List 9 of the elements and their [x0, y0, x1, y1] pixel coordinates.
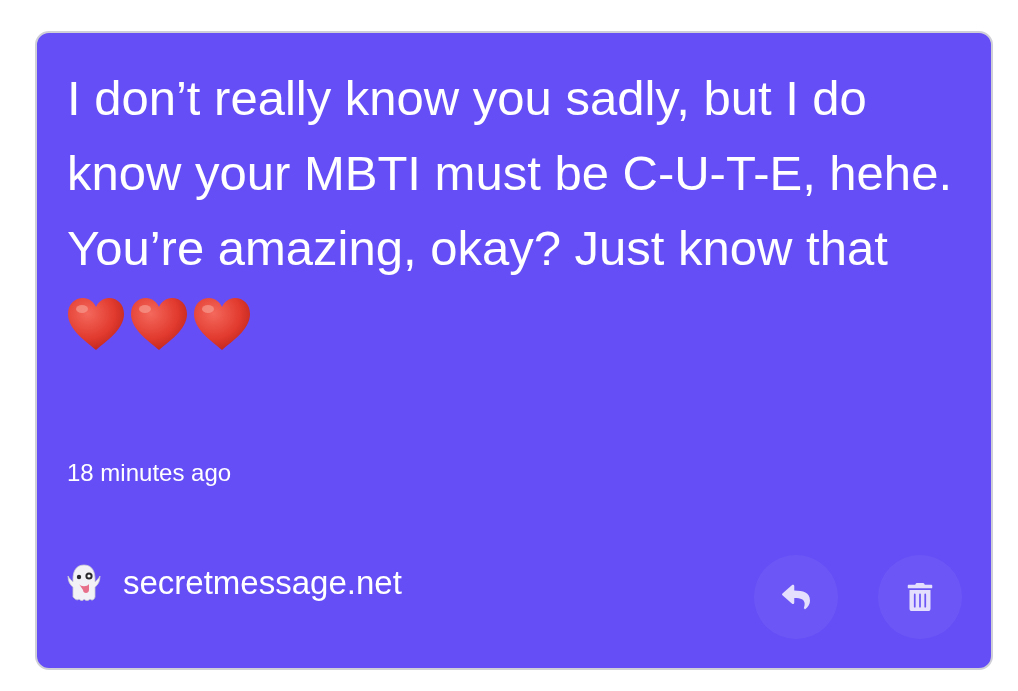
- heart-icon: [67, 296, 125, 351]
- site-name: secretmessage.net: [123, 563, 402, 603]
- heart-icon: [193, 296, 251, 351]
- message-text: I don’t really know you sadly, but I do know your MBTI must be C-U-T-E, hehe. You’re amazing, okay? Just know that: [67, 70, 953, 277]
- heart-icon: [130, 296, 188, 351]
- ghost-icon: [67, 564, 101, 602]
- reply-arrow-icon: [782, 583, 810, 611]
- trash-icon: [906, 583, 934, 611]
- timestamp: 18 minutes ago: [67, 458, 233, 488]
